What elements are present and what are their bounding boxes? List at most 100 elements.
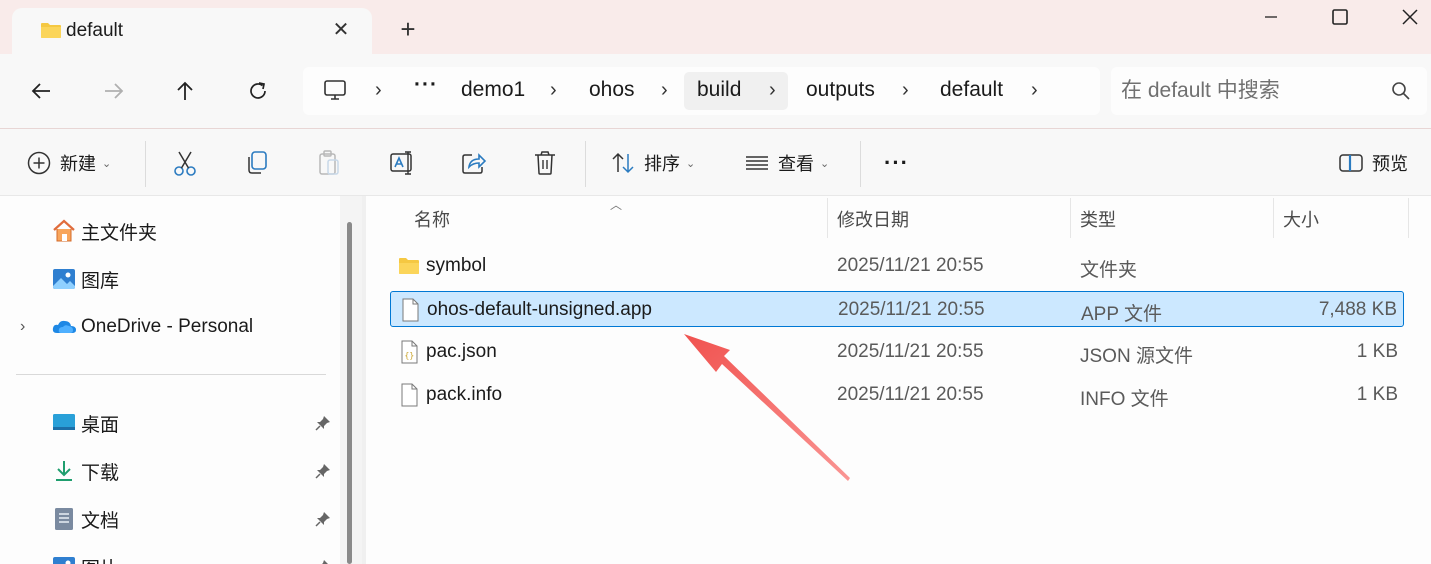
sidebar-item-label: 桌面 <box>81 414 120 436</box>
sidebar-item-label: 图库 <box>81 270 120 292</box>
breadcrumb-overflow[interactable]: ··· <box>414 73 438 97</box>
sidebar-item-downloads[interactable]: 下载 <box>0 451 340 491</box>
chevron-right-icon[interactable]: › <box>1031 79 1038 102</box>
chevron-right-icon[interactable]: › <box>769 79 776 102</box>
pin-icon[interactable] <box>314 558 332 564</box>
column-separator[interactable] <box>827 198 828 238</box>
column-header-modified[interactable]: 修改日期 <box>837 206 909 232</box>
more-options-button[interactable]: ··· <box>884 147 909 179</box>
column-header-type[interactable]: 类型 <box>1080 206 1116 232</box>
home-icon <box>53 219 75 242</box>
breadcrumb-item-outputs[interactable]: outputs <box>806 78 875 102</box>
sidebar-item-desktop[interactable]: 桌面 <box>0 403 340 443</box>
view-button[interactable]: 查看 ⌄ <box>744 147 829 179</box>
file-type: APP 文件 <box>1081 304 1162 325</box>
new-button[interactable]: 新建 ⌄ <box>26 147 111 179</box>
toolbar-divider <box>860 141 861 187</box>
share-button[interactable] <box>460 147 488 179</box>
file-modified: 2025/11/21 20:55 <box>838 299 985 320</box>
breadcrumb-item-ohos[interactable]: ohos <box>589 78 635 102</box>
sort-icon <box>612 152 634 174</box>
close-icon[interactable]: ✕ <box>330 18 352 41</box>
pin-icon[interactable] <box>314 462 332 480</box>
sort-label: 排序 <box>644 154 680 174</box>
refresh-button[interactable] <box>241 74 275 108</box>
breadcrumb-item-build[interactable]: build <box>697 78 741 102</box>
chevron-down-icon: ⌄ <box>820 157 830 170</box>
sidebar-item-onedrive[interactable]: › OneDrive - Personal <box>0 307 340 347</box>
this-pc-icon <box>324 80 346 100</box>
forward-button[interactable] <box>97 74 131 108</box>
chevron-right-icon[interactable]: › <box>902 79 909 102</box>
chevron-right-icon[interactable]: › <box>375 79 382 102</box>
sidebar-item-gallery[interactable]: 图库 <box>0 259 340 299</box>
rename-button[interactable] <box>388 147 416 179</box>
more-icon: ··· <box>884 150 909 175</box>
cut-button[interactable] <box>172 147 198 179</box>
tab-title: default <box>66 20 124 41</box>
file-list: ︿ 名称 修改日期 类型 大小 symbol 2025/11/21 20:55 … <box>366 196 1431 564</box>
copy-icon <box>248 151 267 174</box>
sidebar-item-label: 主文件夹 <box>81 222 158 244</box>
column-header-size[interactable]: 大小 <box>1283 206 1319 232</box>
chevron-down-icon: ⌄ <box>686 157 696 170</box>
file-row[interactable]: symbol 2025/11/21 20:55 文件夹 <box>390 248 1404 284</box>
file-type: 文件夹 <box>1080 260 1138 281</box>
new-tab-button[interactable]: + <box>396 16 420 42</box>
gallery-icon <box>53 269 75 289</box>
onedrive-icon <box>52 320 76 333</box>
sidebar-scrollbar[interactable] <box>340 196 362 564</box>
search-input[interactable] <box>1121 67 1391 115</box>
minimize-icon[interactable] <box>1256 4 1286 30</box>
copy-button[interactable] <box>244 147 270 179</box>
sidebar-item-label: OneDrive - Personal <box>81 316 254 337</box>
file-size: 1 KB <box>1356 384 1398 405</box>
sidebar-item-home[interactable]: 主文件夹 <box>0 211 340 251</box>
navigation-pane: 主文件夹 图库 › OneDrive - Personal 桌面 下载 文档 <box>0 196 340 564</box>
sidebar-item-label: 文档 <box>81 510 120 532</box>
column-separator[interactable] <box>1408 198 1409 238</box>
rename-icon <box>390 151 412 175</box>
toolbar-divider <box>145 141 146 187</box>
breadcrumb-item-demo1[interactable]: demo1 <box>461 78 525 102</box>
file-row-selected[interactable]: ohos-default-unsigned.app 2025/11/21 20:… <box>390 291 1404 327</box>
up-arrow-icon <box>177 81 193 100</box>
close-window-icon[interactable] <box>1395 4 1425 30</box>
sidebar-item-documents[interactable]: 文档 <box>0 499 340 539</box>
tab-default[interactable]: default ✕ <box>12 8 372 54</box>
explorer-content: 主文件夹 图库 › OneDrive - Personal 桌面 下载 文档 ︿… <box>0 196 1431 564</box>
new-icon <box>27 151 51 175</box>
file-row[interactable]: {} pac.json 2025/11/21 20:55 JSON 源文件 1 … <box>390 334 1404 370</box>
chevron-right-icon[interactable]: › <box>661 79 668 102</box>
file-name: symbol <box>426 255 487 276</box>
chevron-right-icon[interactable]: › <box>20 318 25 336</box>
sidebar-item-pictures[interactable]: 图片 <box>0 547 340 564</box>
share-icon <box>462 153 487 174</box>
pin-icon[interactable] <box>314 414 332 432</box>
up-button[interactable] <box>168 74 202 108</box>
address-row: › ··· demo1 › ohos › build › outputs › d… <box>0 54 1431 128</box>
delete-button[interactable] <box>532 147 558 179</box>
scrollbar-thumb[interactable] <box>347 222 352 564</box>
column-separator[interactable] <box>1070 198 1071 238</box>
pictures-icon <box>53 557 75 564</box>
json-file-icon: {} <box>401 340 418 364</box>
breadcrumb[interactable]: › ··· demo1 › ohos › build › outputs › d… <box>303 67 1100 115</box>
paste-button[interactable] <box>316 147 342 179</box>
chevron-right-icon[interactable]: › <box>550 79 557 102</box>
pin-icon[interactable] <box>314 510 332 528</box>
file-name: ohos-default-unsigned.app <box>427 299 653 320</box>
breadcrumb-item-default[interactable]: default <box>940 78 1003 102</box>
sort-button[interactable]: 排序 ⌄ <box>610 147 695 179</box>
chevron-down-icon: ⌄ <box>102 157 112 170</box>
column-header-name[interactable]: 名称 <box>414 206 450 232</box>
preview-label: 预览 <box>1372 154 1408 174</box>
search-icon[interactable] <box>1391 81 1411 101</box>
back-button[interactable] <box>24 74 58 108</box>
search-box[interactable] <box>1111 67 1427 115</box>
preview-pane-button[interactable]: 预览 <box>1338 147 1408 179</box>
column-separator[interactable] <box>1273 198 1274 238</box>
file-size: 1 KB <box>1356 341 1398 362</box>
maximize-icon[interactable] <box>1325 4 1355 30</box>
file-row[interactable]: pack.info 2025/11/21 20:55 INFO 文件 1 KB <box>390 377 1404 413</box>
